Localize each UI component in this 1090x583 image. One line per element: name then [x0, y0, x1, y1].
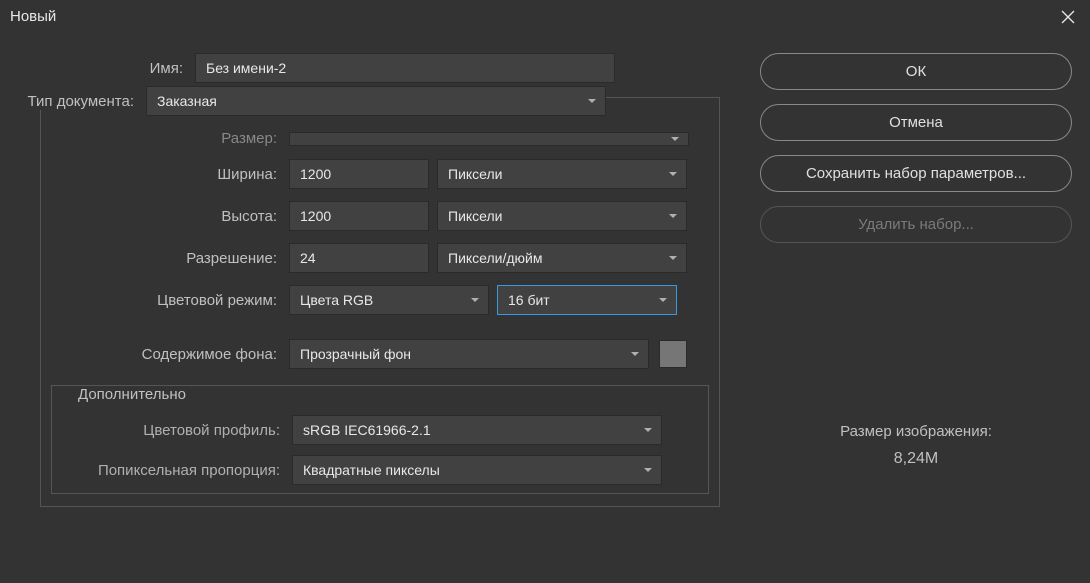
chevron-down-icon	[470, 292, 480, 308]
chevron-down-icon	[668, 250, 678, 266]
size-select[interactable]	[289, 132, 689, 146]
resolution-units-value: Пиксели/дюйм	[448, 250, 542, 266]
image-size-value: 8,24M	[760, 450, 1072, 468]
chevron-down-icon	[587, 93, 597, 109]
advanced-title: Дополнительно	[72, 386, 192, 403]
resolution-label: Разрешение:	[51, 250, 289, 267]
cancel-button[interactable]: Отмена	[760, 104, 1072, 141]
colormode-label: Цветовой режим:	[51, 292, 289, 309]
chevron-down-icon	[643, 422, 653, 438]
doctype-value: Заказная	[157, 93, 217, 109]
form-panel: Имя: Тип документа: Заказная Размер: Шир…	[10, 43, 740, 517]
chevron-down-icon	[643, 462, 653, 478]
width-units-value: Пиксели	[448, 166, 502, 182]
colormode-select[interactable]: Цвета RGB	[289, 285, 489, 315]
bgcontent-value: Прозрачный фон	[300, 346, 411, 362]
width-input[interactable]	[289, 159, 429, 189]
resolution-input[interactable]	[289, 243, 429, 273]
bitdepth-value: 16 бит	[508, 292, 550, 308]
side-panel: ОК Отмена Сохранить набор параметров... …	[760, 43, 1080, 517]
chevron-down-icon	[668, 166, 678, 182]
close-icon[interactable]	[1060, 9, 1076, 25]
chevron-down-icon	[668, 208, 678, 224]
delete-preset-button: Удалить набор...	[760, 206, 1072, 243]
chevron-down-icon	[630, 346, 640, 362]
name-input[interactable]	[195, 53, 615, 83]
height-label: Высота:	[51, 208, 289, 225]
chevron-down-icon	[658, 292, 668, 308]
profile-label: Цветовой профиль:	[62, 422, 292, 439]
resolution-units-select[interactable]: Пиксели/дюйм	[437, 243, 687, 273]
save-preset-button[interactable]: Сохранить набор параметров...	[760, 155, 1072, 192]
bgcontent-select[interactable]: Прозрачный фон	[289, 339, 649, 369]
height-input[interactable]	[289, 201, 429, 231]
colormode-value: Цвета RGB	[300, 292, 373, 308]
height-units-value: Пиксели	[448, 208, 502, 224]
size-label: Размер:	[51, 130, 289, 147]
name-label: Имя:	[40, 60, 195, 77]
bg-color-swatch[interactable]	[659, 340, 687, 368]
bgcontent-label: Содержимое фона:	[51, 346, 289, 363]
chevron-down-icon	[670, 131, 680, 147]
doctype-select[interactable]: Заказная	[146, 86, 606, 116]
pixelaspect-value: Квадратные пикселы	[303, 462, 440, 478]
ok-button[interactable]: ОК	[760, 53, 1072, 90]
image-size-label: Размер изображения:	[760, 423, 1072, 440]
bitdepth-select[interactable]: 16 бит	[497, 285, 677, 315]
window-title: Новый	[10, 8, 56, 25]
doctype-label: Тип документа:	[0, 93, 146, 110]
height-units-select[interactable]: Пиксели	[437, 201, 687, 231]
pixelaspect-label: Попиксельная пропорция:	[62, 462, 292, 479]
pixelaspect-select[interactable]: Квадратные пикселы	[292, 455, 662, 485]
profile-value: sRGB IEC61966-2.1	[303, 422, 431, 438]
profile-select[interactable]: sRGB IEC61966-2.1	[292, 415, 662, 445]
width-units-select[interactable]: Пиксели	[437, 159, 687, 189]
width-label: Ширина:	[51, 166, 289, 183]
